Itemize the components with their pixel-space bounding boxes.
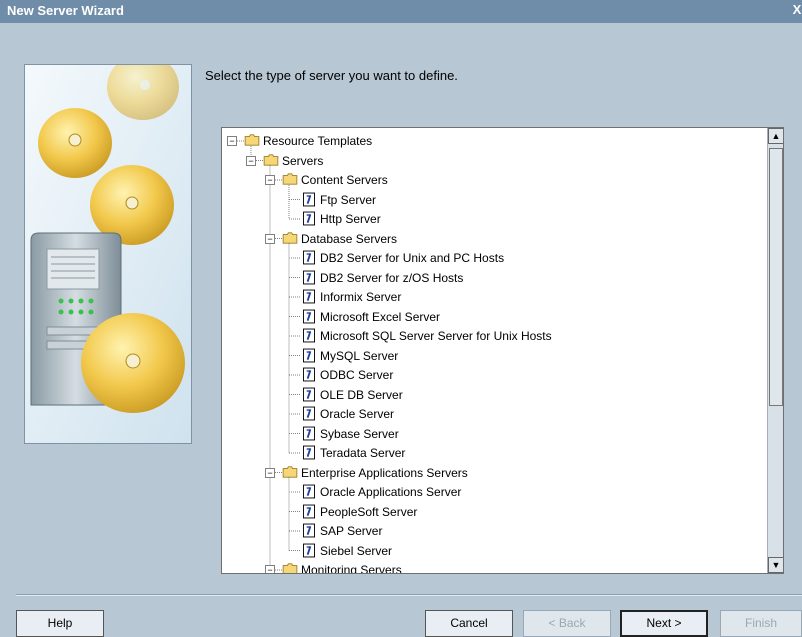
tree-item-node[interactable]: Informix Server [222,287,762,307]
document-icon [303,445,315,460]
next-button[interactable]: Next > [620,610,708,637]
tree-node-label: Ftp Server [320,192,377,207]
finish-button[interactable]: Finish [720,610,802,637]
tree-node-label: Informix Server [320,290,402,304]
document-icon [303,543,315,557]
folder-icon [282,173,298,185]
document-icon [303,309,315,323]
tree-folder-node[interactable]: − Servers [222,151,762,171]
folder-icon [282,563,298,573]
document-icon [303,192,315,206]
title-bar: New Server Wizard X [0,0,802,23]
tree-viewport: − Resource Templates − Servers − Content Serv… [222,128,767,573]
tree-node-label: Microsoft SQL Server Server for Unix Hos… [320,329,552,343]
wizard-window: Select the type of server you want to de… [0,23,802,637]
tree-node-label: DB2 Server for Unix and PC Hosts [320,251,505,265]
document-icon [303,387,315,401]
tree-node-label: Enterprise Applications Servers [301,465,468,480]
tree-item-node[interactable]: OLE DB Server [222,385,762,405]
button-divider [16,594,802,596]
document-icon [303,250,315,265]
tree-node-label: Resource Templates [263,134,373,148]
server-type-tree[interactable]: − Resource Templates − Servers − Content Serv… [221,127,784,574]
document-icon [303,211,315,226]
scroll-down-button[interactable]: ▼ [768,557,783,573]
server-illustration-icon [25,65,191,443]
tree-item-node[interactable]: Oracle Server [222,404,762,424]
folder-icon [244,134,260,146]
tree-item-node[interactable]: Microsoft Excel Server [222,307,762,327]
tree-node-label: Oracle Applications Server [320,485,462,499]
document-icon [303,328,315,343]
tree-folder-node[interactable]: − Content Servers [222,170,762,190]
tree-node-label: Servers [282,153,324,168]
wizard-prompt: Select the type of server you want to de… [205,68,458,83]
document-icon [303,504,315,518]
tree-folder-node[interactable]: − Enterprise Applications Servers [222,463,762,483]
collapse-icon[interactable]: − [265,175,275,185]
disc-icon [38,108,112,178]
folder-icon [263,153,279,166]
tree-folder-node[interactable]: − Resource Templates [222,131,762,151]
document-icon [303,406,315,421]
document-icon [303,289,315,304]
tree-node-label: Database Servers [301,231,398,246]
tree-node-label: Oracle Server [320,407,395,421]
tree-item-node[interactable]: PeopleSoft Server [222,502,762,522]
folder-icon [282,231,298,244]
disc-icon [81,313,185,413]
tree-item-node[interactable]: Ftp Server [222,190,762,210]
tree-node-label: Siebel Server [320,543,393,558]
tree-item-node[interactable]: Siebel Server [222,541,762,561]
document-icon [303,367,315,382]
help-button[interactable]: Help [16,610,104,637]
collapse-icon[interactable]: − [246,155,256,166]
document-icon [303,348,315,362]
back-button[interactable]: < Back [523,610,611,637]
tree-item-node[interactable]: Http Server [222,209,762,229]
tree-folder-node[interactable]: − Database Servers [222,229,762,249]
tree-node-label: DB2 Server for z/OS Hosts [320,270,464,285]
folder-icon [282,465,298,478]
tree-folder-node[interactable]: − Monitoring Servers [222,560,762,573]
scroll-up-button[interactable]: ▲ [768,128,783,144]
window-title: New Server Wizard [7,3,124,18]
tree-node-label: SAP Server [320,524,383,538]
tree-item-node[interactable]: Sybase Server [222,424,762,444]
tree-node-label: Http Server [320,212,381,226]
tree-item-node[interactable]: DB2 Server for Unix and PC Hosts [222,248,762,268]
tree-node-label: Sybase Server [320,426,399,441]
collapse-icon[interactable]: − [265,233,275,244]
tree-node-label: Content Servers [301,173,388,187]
wizard-graphic [24,64,192,444]
collapse-icon[interactable]: − [265,565,275,573]
tree-node-label: PeopleSoft Server [320,504,418,519]
vertical-scrollbar[interactable]: ▲ ▼ [767,128,783,573]
tree-node-label: Microsoft Excel Server [320,309,441,324]
tree-item-node[interactable]: Oracle Applications Server [222,482,762,502]
document-icon [303,484,315,499]
document-icon [303,523,315,538]
tree-node-label: ODBC Server [320,368,394,382]
tree-node-label: Teradata Server [320,446,406,460]
tree-item-node[interactable]: Teradata Server [222,443,762,463]
close-button[interactable]: X [790,2,802,18]
tree-item-node[interactable]: SAP Server [222,521,762,541]
scroll-thumb[interactable] [769,148,783,406]
tree-node-label: Monitoring Servers [301,563,402,573]
tree-item-node[interactable]: MySQL Server [222,346,762,366]
tree-item-node[interactable]: Microsoft SQL Server Server for Unix Hos… [222,326,762,346]
document-icon [303,270,315,284]
tree-node-label: MySQL Server [320,348,399,363]
tree-node-label: OLE DB Server [320,387,403,402]
collapse-icon[interactable]: − [227,136,237,146]
collapse-icon[interactable]: − [265,467,275,478]
cancel-button[interactable]: Cancel [425,610,513,637]
tree-item-node[interactable]: DB2 Server for z/OS Hosts [222,268,762,288]
document-icon [303,426,315,440]
tree-item-node[interactable]: ODBC Server [222,365,762,385]
